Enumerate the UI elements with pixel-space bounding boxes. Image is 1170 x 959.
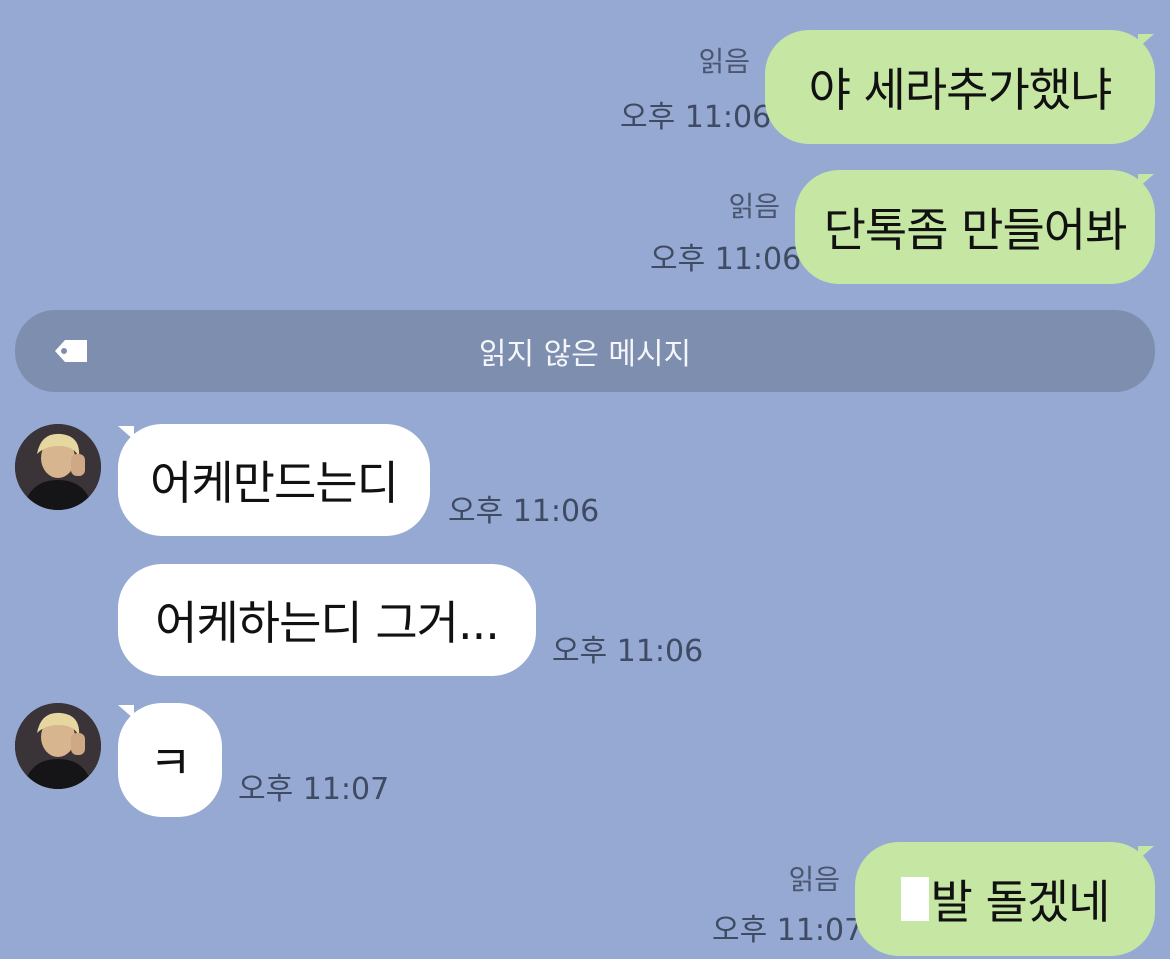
message-text: 발 돌겠네: [930, 875, 1111, 929]
avatar[interactable]: [15, 703, 101, 789]
message-bubble[interactable]: 어케하는디 그거...: [118, 564, 536, 676]
profile-photo-icon: [15, 424, 101, 510]
bubble-tail: [1138, 846, 1154, 860]
message-time: 오후 11:07: [238, 772, 390, 807]
message-time: 오후 11:06: [552, 634, 704, 669]
divider-label: 읽지 않은 메시지: [478, 337, 692, 372]
message-time: 오후 11:07: [712, 913, 864, 948]
message-bubble[interactable]: 발 돌겠네: [855, 842, 1155, 956]
message-bubble[interactable]: 단톡좀 만들어봐: [795, 170, 1155, 284]
unread-messages-divider: 읽지 않은 메시지: [15, 310, 1155, 392]
message-time: 오후 11:06: [650, 242, 802, 277]
message-bubble[interactable]: 야 세라추가했냐: [765, 30, 1155, 144]
avatar[interactable]: [15, 424, 101, 510]
message-time: 오후 11:06: [448, 494, 600, 529]
bubble-tail: [1138, 174, 1154, 188]
message-text: 야 세라추가했냐: [808, 63, 1113, 117]
message-bubble[interactable]: ㅋ: [118, 703, 222, 817]
message-text: 어케만드는디: [150, 456, 399, 510]
censor-block: [900, 877, 929, 921]
message-text: 단톡좀 만들어봐: [823, 203, 1128, 257]
read-receipt: 읽음: [698, 45, 750, 78]
read-receipt: 읽음: [788, 863, 840, 896]
message-bubble[interactable]: 어케만드는디: [118, 424, 430, 536]
profile-photo-icon: [15, 703, 101, 789]
bubble-tail: [1138, 34, 1154, 48]
message-text: ㅋ: [149, 736, 191, 790]
bubble-tail: [118, 426, 134, 440]
message-text: 어케하는디 그거...: [155, 596, 500, 650]
read-receipt: 읽음: [728, 190, 780, 223]
bubble-tail: [118, 705, 134, 719]
message-time: 오후 11:06: [620, 100, 772, 135]
